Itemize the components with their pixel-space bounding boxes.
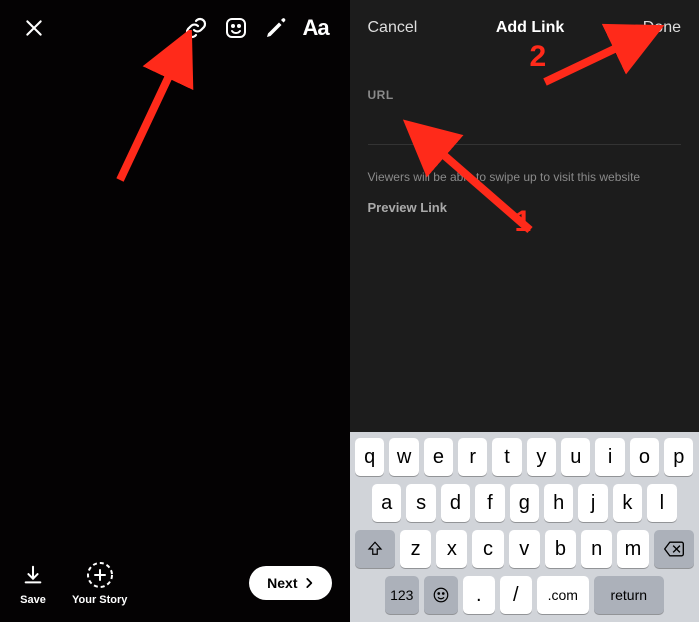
save-button[interactable]: Save [18,560,48,606]
key-a[interactable]: a [372,484,401,522]
next-label: Next [267,575,297,591]
key-q[interactable]: q [355,438,384,476]
ios-keyboard: q w e r t y u i o p a s d f g h j k l z [350,432,699,622]
key-k[interactable]: k [613,484,642,522]
key-i[interactable]: i [595,438,624,476]
key-dotcom[interactable]: .com [537,576,589,614]
key-z[interactable]: z [400,530,431,568]
key-b[interactable]: b [545,530,576,568]
key-emoji[interactable] [424,576,458,614]
draw-button[interactable] [256,8,296,48]
link-button[interactable] [176,8,216,48]
save-label: Save [20,594,46,606]
add-link-header: Cancel Add Link Done [350,0,699,56]
key-n[interactable]: n [581,530,612,568]
key-slash[interactable]: / [500,576,532,614]
your-story-button[interactable]: Your Story [72,560,127,606]
key-dot[interactable]: . [463,576,495,614]
key-f[interactable]: f [475,484,504,522]
keyboard-row-1: q w e r t y u i o p [353,438,697,476]
key-t[interactable]: t [492,438,521,476]
key-r[interactable]: r [458,438,487,476]
story-top-toolbar: Aa [0,0,350,56]
key-s[interactable]: s [406,484,435,522]
sticker-icon [224,16,248,40]
link-icon [184,16,208,40]
key-c[interactable]: c [472,530,503,568]
story-editor-screen: Aa Save Your Story Next [0,0,350,622]
next-button[interactable]: Next [249,566,331,600]
key-h[interactable]: h [544,484,573,522]
cancel-button[interactable]: Cancel [368,19,418,37]
url-input[interactable] [368,105,682,145]
key-l[interactable]: l [647,484,676,522]
close-icon [24,18,44,38]
story-bottom-toolbar: Save Your Story Next [0,560,350,606]
backspace-icon [663,540,685,558]
draw-icon [264,16,288,40]
emoji-icon [432,586,450,604]
key-v[interactable]: v [509,530,540,568]
screen-title: Add Link [496,19,564,37]
shift-icon [366,540,384,558]
annotation-number-1: 1 [515,205,532,239]
key-w[interactable]: w [389,438,418,476]
preview-link-button[interactable]: Preview Link [368,200,447,215]
key-e[interactable]: e [424,438,453,476]
chevron-right-icon [302,576,316,590]
text-button[interactable]: Aa [296,8,336,48]
keyboard-row-2: a s d f g h j k l [353,484,697,522]
keyboard-row-4: 123 . / .com return [353,576,697,614]
key-shift[interactable] [355,530,395,568]
key-y[interactable]: y [527,438,556,476]
close-button[interactable] [14,8,54,48]
keyboard-row-3: z x c v b n m [353,530,697,568]
key-x[interactable]: x [436,530,467,568]
your-story-label: Your Story [72,594,127,606]
add-link-screen: Cancel Add Link Done URL Viewers will be… [350,0,699,622]
key-return[interactable]: return [594,576,664,614]
key-123[interactable]: 123 [385,576,419,614]
key-u[interactable]: u [561,438,590,476]
key-backspace[interactable] [654,530,694,568]
key-g[interactable]: g [510,484,539,522]
key-d[interactable]: d [441,484,470,522]
swipe-up-info-text: Viewers will be able to swipe up to visi… [368,170,682,184]
sticker-button[interactable] [216,8,256,48]
url-section-label: URL [368,88,394,102]
key-o[interactable]: o [630,438,659,476]
done-button[interactable]: Done [643,19,681,37]
download-icon [22,564,44,586]
key-m[interactable]: m [617,530,648,568]
key-p[interactable]: p [664,438,693,476]
key-j[interactable]: j [578,484,607,522]
your-story-icon [86,561,114,589]
